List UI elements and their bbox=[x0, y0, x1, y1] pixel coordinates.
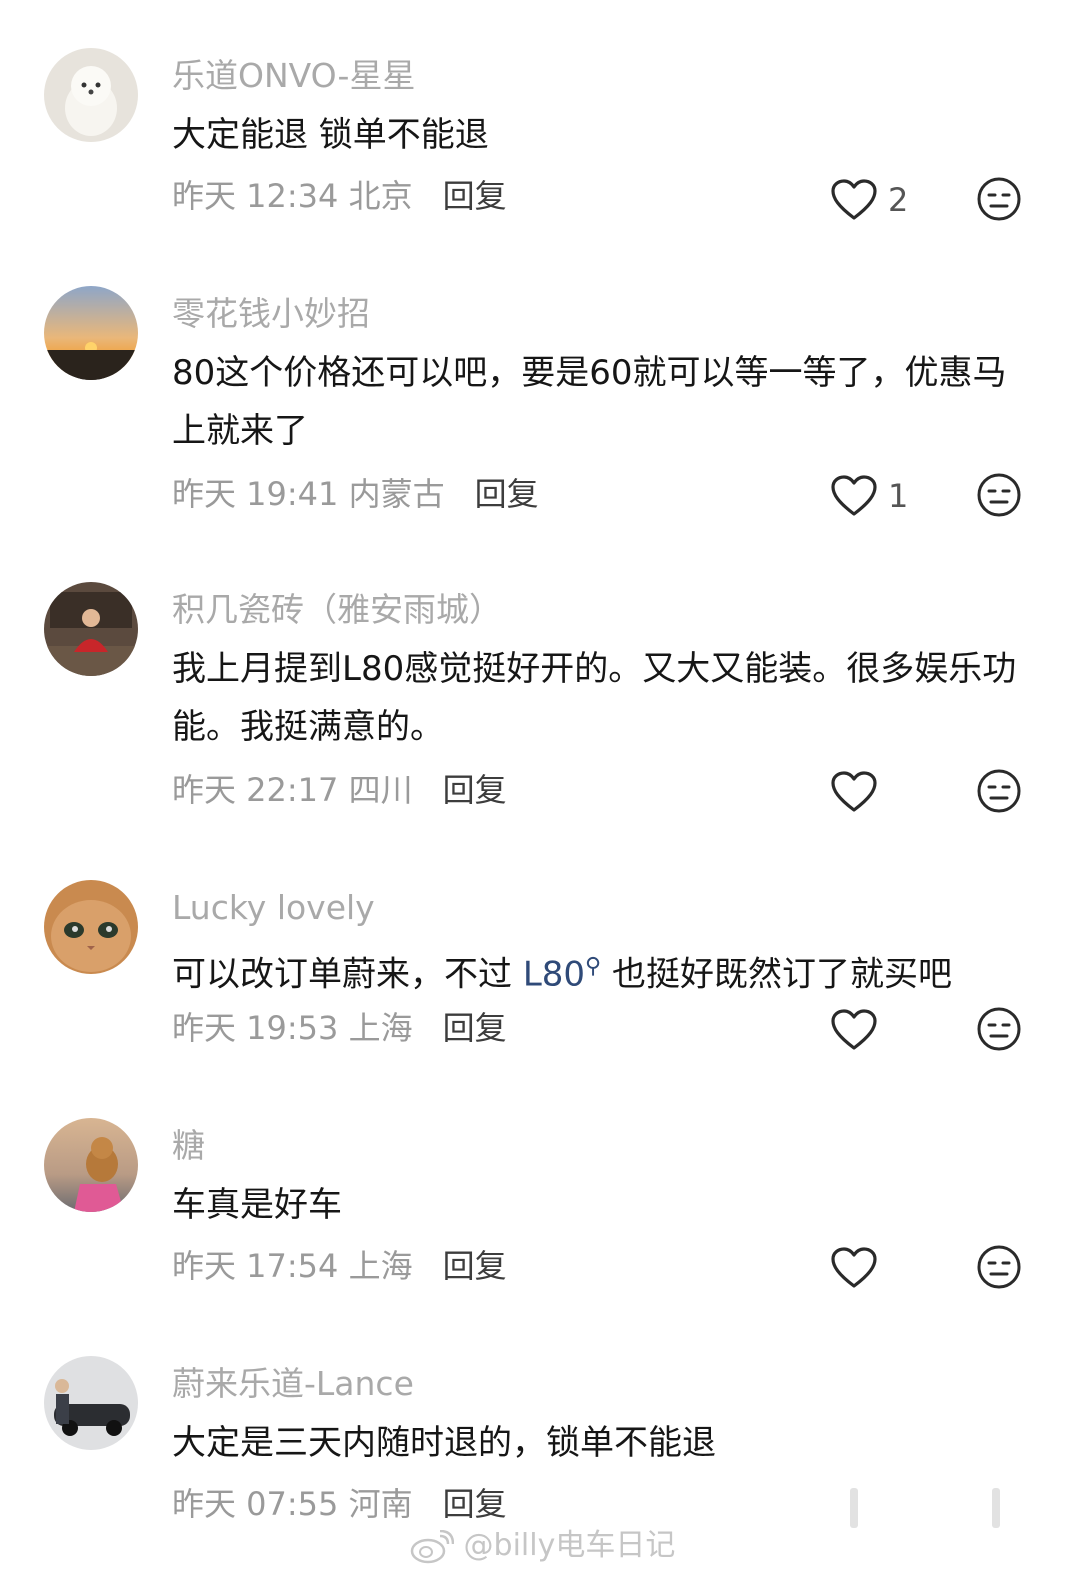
like-count: 1 bbox=[888, 477, 909, 515]
avatar[interactable] bbox=[44, 286, 138, 380]
username[interactable]: 积几瓷砖（雅安雨城） bbox=[172, 590, 502, 630]
avatar[interactable] bbox=[44, 1356, 138, 1450]
comment-text: 大定能退 锁单不能退 bbox=[172, 115, 489, 155]
heart-outline-icon[interactable] bbox=[830, 1008, 878, 1052]
avatar[interactable] bbox=[44, 582, 138, 676]
reply-button[interactable]: 回复 bbox=[475, 475, 539, 513]
time-location: 昨天 19:41 内蒙古 bbox=[172, 475, 445, 513]
topic-link[interactable]: L80 bbox=[523, 954, 585, 994]
time-location: 昨天 22:17 四川 bbox=[172, 771, 413, 809]
reply-button[interactable]: 回复 bbox=[443, 1247, 507, 1285]
watermark: @billy电车日记 bbox=[410, 1520, 675, 1564]
avatar[interactable] bbox=[44, 880, 138, 974]
heart-outline-icon[interactable] bbox=[830, 178, 878, 222]
text-segment: 可以改订单蔚来，不过 bbox=[172, 954, 523, 995]
partial-dislike-icon[interactable] bbox=[992, 1488, 1000, 1528]
like-count: 2 bbox=[888, 181, 909, 219]
meh-face-icon[interactable] bbox=[976, 472, 1022, 518]
username[interactable]: 糖 bbox=[172, 1126, 205, 1166]
avatar[interactable] bbox=[44, 48, 138, 142]
partial-like-icon[interactable] bbox=[850, 1488, 858, 1528]
reply-button[interactable]: 回复 bbox=[443, 1009, 507, 1047]
reply-button[interactable]: 回复 bbox=[443, 1485, 507, 1523]
username[interactable]: 蔚来乐道-Lance bbox=[172, 1364, 414, 1404]
heart-outline-icon[interactable] bbox=[830, 1246, 878, 1290]
watermark-text: @billy电车日记 bbox=[463, 1528, 676, 1563]
comment-meta: 昨天 12:34 北京 回复 bbox=[172, 176, 507, 216]
weibo-logo-icon bbox=[410, 1529, 454, 1563]
time-location: 昨天 19:53 上海 bbox=[172, 1009, 413, 1047]
reply-button[interactable]: 回复 bbox=[443, 177, 507, 215]
text-segment: 也挺好既然订了就买吧 bbox=[601, 954, 952, 995]
comment-text: 车真是好车 bbox=[172, 1185, 342, 1225]
search-icon[interactable]: ⚲ bbox=[585, 954, 601, 979]
meh-face-icon[interactable] bbox=[976, 768, 1022, 814]
time-location: 昨天 07:55 河南 bbox=[172, 1485, 413, 1523]
comment-meta: 昨天 17:54 上海 回复 bbox=[172, 1246, 507, 1286]
comment-text: 80这个价格还可以吧，要是60就可以等一等了，优惠马上就来了 bbox=[172, 353, 1007, 451]
time-location: 昨天 12:34 北京 bbox=[172, 177, 413, 215]
comment-meta: 昨天 22:17 四川 回复 bbox=[172, 770, 507, 810]
comment-meta: 昨天 19:41 内蒙古 回复 bbox=[172, 474, 539, 514]
comment-text: 大定是三天内随时退的，锁单不能退 bbox=[172, 1423, 716, 1463]
meh-face-icon[interactable] bbox=[976, 1006, 1022, 1052]
username[interactable]: 零花钱小妙招 bbox=[172, 294, 370, 334]
username[interactable]: 乐道ONVO-星星 bbox=[172, 56, 415, 96]
comment-text: 可以改订单蔚来，不过 L80⚲ 也挺好既然订了就买吧 bbox=[172, 938, 1032, 1003]
meh-face-icon[interactable] bbox=[976, 176, 1022, 222]
time-location: 昨天 17:54 上海 bbox=[172, 1247, 413, 1285]
heart-outline-icon[interactable] bbox=[830, 474, 878, 518]
reply-button[interactable]: 回复 bbox=[443, 771, 507, 809]
comment-meta: 昨天 07:55 河南 回复 bbox=[172, 1484, 507, 1524]
comment-text: 我上月提到L80感觉挺好开的。又大又能装。很多娱乐功能。我挺满意的。 bbox=[172, 649, 1017, 747]
username[interactable]: Lucky lovely bbox=[172, 888, 375, 928]
heart-outline-icon[interactable] bbox=[830, 770, 878, 814]
comment-meta: 昨天 19:53 上海 回复 bbox=[172, 1008, 507, 1048]
avatar[interactable] bbox=[44, 1118, 138, 1212]
meh-face-icon[interactable] bbox=[976, 1244, 1022, 1290]
